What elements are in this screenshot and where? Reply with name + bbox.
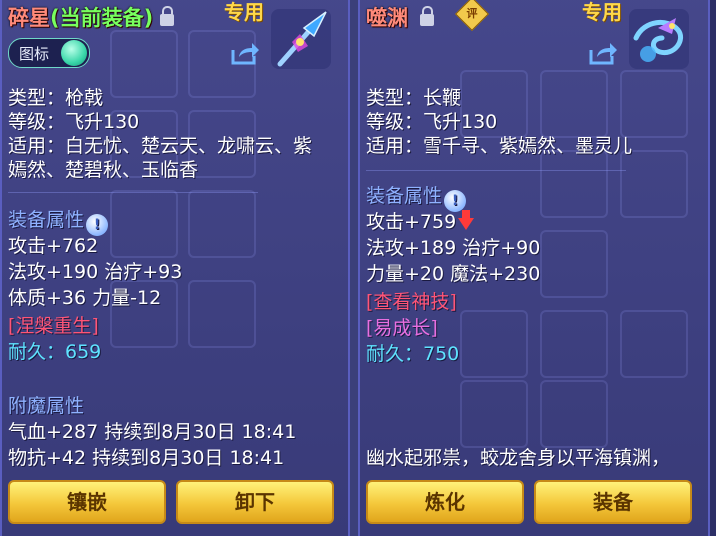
- enchant-line: 物抗+42 持续到8月30日 18:41: [8, 447, 285, 469]
- attr-line: 法攻+190 治疗+93: [8, 261, 183, 283]
- growth-tag[interactable]: [易成长]: [366, 316, 438, 340]
- attr-line: 体质+36 力量-12: [8, 287, 162, 309]
- toggle-knob-icon: [61, 40, 87, 66]
- item-level: 等级：飞升130: [366, 111, 498, 133]
- durability: 耐久：750: [366, 343, 460, 365]
- share-icon[interactable]: [588, 40, 618, 66]
- lock-icon[interactable]: [420, 6, 434, 26]
- item-name: 碎星: [8, 6, 50, 30]
- equip-attr-title: 装备属性: [366, 185, 443, 207]
- attr-line: 法攻+189 治疗+90: [366, 237, 541, 259]
- refine-button[interactable]: 炼化: [366, 480, 524, 524]
- item-name: 噬渊: [366, 6, 408, 30]
- equip-button[interactable]: 装备: [534, 480, 692, 524]
- rating-badge-icon[interactable]: 评: [455, 0, 489, 31]
- spear-weapon-icon: [271, 9, 331, 69]
- down-arrow-icon: [458, 210, 475, 230]
- equip-attr-header: 装备属性!: [8, 208, 109, 236]
- equipped-status: (当前装备): [50, 6, 154, 30]
- unequip-button[interactable]: 卸下: [176, 480, 334, 524]
- item-suitable-line1: 适用：雪千寻、紫嫣然、墨灵儿: [366, 135, 633, 157]
- special-label: 专用: [224, 0, 264, 24]
- lock-icon[interactable]: [160, 6, 174, 26]
- whip-weapon-icon: [629, 9, 689, 69]
- item-type: 类型：枪戟: [8, 87, 104, 109]
- item-suitable-line1: 适用：白无忧、楚云天、龙啸云、紫: [8, 135, 313, 157]
- share-icon[interactable]: [230, 40, 260, 66]
- inlay-button[interactable]: 镶嵌: [8, 480, 166, 524]
- item-title: 碎星(当前装备): [8, 2, 153, 32]
- attr-line: 力量+20 魔法+230: [366, 263, 541, 285]
- skill-link[interactable]: [涅槃重生]: [8, 314, 99, 338]
- right-edge-strip: [710, 0, 716, 536]
- icon-toggle[interactable]: 图标: [8, 38, 90, 68]
- compare-equipment-panel: 噬渊 评 专用 类型：长鞭 等级：飞升130 适用：雪千寻、紫嫣然、墨灵儿 装备…: [358, 0, 710, 536]
- item-type: 类型：长鞭: [366, 87, 462, 109]
- attr-value: 攻击+759: [366, 211, 457, 233]
- item-description: 幽水起邪祟，蛟龙舍身以平海镇渊，: [366, 447, 671, 469]
- enchant-line: 气血+287 持续到8月30日 18:41: [8, 421, 297, 443]
- item-level: 等级：飞升130: [8, 111, 140, 133]
- special-label: 专用: [582, 0, 622, 24]
- icon-toggle-label: 图标: [19, 45, 50, 63]
- enchant-header: 附魔属性: [8, 395, 85, 417]
- equip-attr-title: 装备属性: [8, 209, 85, 231]
- item-title: 噬渊: [366, 2, 408, 32]
- durability: 耐久：659: [8, 341, 102, 363]
- attr-line: 攻击+759: [366, 210, 475, 234]
- current-equipment-panel: 碎星(当前装备) 专用 图标 类型：枪戟 等级：飞升130 适用：白无忧、楚云天…: [0, 0, 350, 536]
- equip-attr-header: 装备属性!: [366, 184, 467, 212]
- info-icon[interactable]: !: [444, 190, 467, 212]
- attr-line: 攻击+762: [8, 235, 99, 257]
- view-skill-link[interactable]: [查看神技]: [366, 290, 457, 314]
- info-icon[interactable]: !: [86, 214, 109, 236]
- item-suitable-line2: 嫣然、楚碧秋、玉临香: [8, 159, 199, 181]
